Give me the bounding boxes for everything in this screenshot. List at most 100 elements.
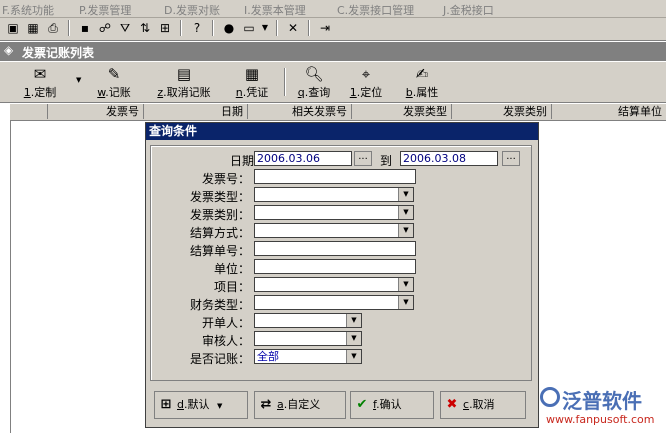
query-button[interactable]: 🔍︎ q.查询: [292, 64, 336, 100]
toolbar: ▣ ▦ ⎙ ▪ ☍ ⛛ ⇅ ⊞ ? ● ▭ ▼ ✕ ⇥: [0, 18, 666, 41]
close-icon: ✖: [446, 397, 458, 412]
reviewer-select[interactable]: ▼: [254, 331, 362, 346]
save-icon[interactable]: ▪: [76, 20, 94, 36]
voucher-icon: ▦: [244, 65, 260, 83]
voucher-button[interactable]: ▦ n.凭证: [228, 64, 276, 100]
is-posted-label: 是否记账：: [189, 352, 250, 366]
invoice-type-select[interactable]: ▼: [254, 187, 414, 202]
invoice-category-select[interactable]: ▼: [254, 205, 414, 220]
row-header-strip: [0, 104, 11, 433]
date-to-picker-button[interactable]: ...: [502, 151, 520, 166]
customize-button[interactable]: ✉ 1.定制: [20, 64, 60, 100]
default-button[interactable]: ⊞ d.默认 ▼: [154, 391, 248, 419]
menu-system[interactable]: F.系统功能: [2, 2, 54, 18]
window-title-icon: ◈: [4, 43, 14, 57]
action-toolbar: ✉ 1.定制 ▼ ✎ w.记账 ▤ z.取消记账 ▦ n.凭证 🔍︎ q.查询 …: [0, 62, 666, 103]
locate-icon: ⌖: [361, 65, 371, 83]
invoice-no-label: 发票号：: [201, 172, 250, 186]
issuer-select[interactable]: ▼: [254, 313, 362, 328]
settle-method-label: 结算方式：: [189, 226, 250, 240]
is-posted-select[interactable]: 全部 ▼: [254, 349, 362, 364]
post-button[interactable]: ✎ w.记账: [92, 64, 136, 100]
invoice-type-label: 发票类型：: [189, 190, 250, 204]
query-dialog: 查询条件 日期： 2006.03.06 ... 到 2006.03.08 ...…: [145, 122, 539, 428]
unit-label: 单位：: [213, 262, 250, 276]
project-label: 项目：: [213, 280, 250, 294]
customize-icon: ✉: [33, 65, 47, 83]
chevron-down-icon[interactable]: ▼: [398, 278, 413, 291]
ok-button[interactable]: ✔ f.确认: [350, 391, 434, 419]
chevron-down-icon[interactable]: ▼: [217, 402, 222, 410]
column-header[interactable]: 日期: [144, 104, 248, 119]
checkmark-icon: ✔: [356, 397, 368, 412]
grid-corner: [10, 104, 48, 119]
properties-icon: ✍: [415, 65, 429, 83]
brand-watermark: 泛普软件 www.fanpusoft.com: [540, 385, 666, 433]
print-icon[interactable]: ⎙: [44, 20, 62, 36]
invoice-no-input[interactable]: [254, 169, 416, 184]
grid-icon[interactable]: ⊞: [156, 20, 174, 36]
chevron-down-icon[interactable]: ▼: [398, 296, 413, 309]
date-from-input[interactable]: 2006.03.06: [254, 151, 352, 166]
query-icon: 🔍︎: [304, 65, 324, 83]
brand-url: www.fanpusoft.com: [546, 413, 655, 426]
chevron-down-icon[interactable]: ▼: [256, 20, 274, 36]
chevron-down-icon[interactable]: ▼: [398, 206, 413, 219]
properties-button[interactable]: ✍ b.属性: [398, 64, 446, 100]
chevron-down-icon[interactable]: ▼: [398, 188, 413, 201]
globe-icon[interactable]: ●: [220, 20, 238, 36]
chevron-down-icon[interactable]: ▼: [346, 332, 361, 345]
column-header[interactable]: 发票类别: [452, 104, 552, 119]
date-to-input[interactable]: 2006.03.08: [400, 151, 498, 166]
date-from-picker-button[interactable]: ...: [354, 151, 372, 166]
date-to-label: 到: [380, 154, 393, 168]
settle-method-select[interactable]: ▼: [254, 223, 414, 238]
custom-icon: ⇄: [260, 397, 272, 412]
reviewer-label: 审核人：: [201, 334, 250, 348]
finance-type-label: 财务类型：: [189, 298, 250, 312]
menu-invoice-book[interactable]: I.发票本管理: [244, 2, 306, 18]
window-title-bar: ◈ 发票记账列表: [0, 42, 666, 61]
settle-no-label: 结算单号：: [189, 244, 250, 258]
post-icon: ✎: [107, 65, 121, 83]
locate-button[interactable]: ⌖ 1.定位: [344, 64, 388, 100]
binoculars-icon[interactable]: ☍: [96, 20, 114, 36]
menu-invoice-interface[interactable]: C.发票接口管理: [337, 2, 414, 18]
custom-button[interactable]: ⇄ a.自定义: [254, 391, 346, 419]
filter-icon[interactable]: ⛛: [116, 20, 134, 36]
cancel-button[interactable]: ✖ c.取消: [440, 391, 526, 419]
default-icon: ⊞: [160, 397, 172, 412]
exit-icon[interactable]: ⇥: [316, 20, 334, 36]
chevron-down-icon[interactable]: ▼: [346, 314, 361, 327]
chevron-down-icon[interactable]: ▼: [398, 224, 413, 237]
project-select[interactable]: ▼: [254, 277, 414, 292]
grid-header: 发票号 日期 相关发票号 发票类型 发票类别 结算单位: [10, 104, 666, 121]
date-label: 日期：: [229, 154, 266, 168]
settle-no-input[interactable]: [254, 241, 416, 256]
menu-invoice-manage[interactable]: P.发票管理: [79, 2, 131, 18]
close-icon[interactable]: ✕: [284, 20, 302, 36]
issuer-label: 开单人：: [201, 316, 250, 330]
menu-invoice-reconcile[interactable]: D.发票对账: [164, 2, 220, 18]
calculator-icon[interactable]: ▦: [24, 20, 42, 36]
chevron-down-icon[interactable]: ▼: [76, 76, 81, 84]
finance-type-select[interactable]: ▼: [254, 295, 414, 310]
column-header[interactable]: 相关发票号: [248, 104, 352, 119]
menu-bar: F.系统功能 P.发票管理 D.发票对账 I.发票本管理 C.发票接口管理 J.…: [0, 0, 666, 18]
brand-name: 泛普软件: [562, 389, 642, 413]
column-header[interactable]: 结算单位: [552, 104, 666, 119]
column-header[interactable]: 发票类型: [352, 104, 452, 119]
brand-logo-icon: [540, 387, 560, 407]
chevron-down-icon[interactable]: ▼: [346, 350, 361, 363]
dialog-title: 查询条件: [146, 123, 538, 140]
cancel-post-button[interactable]: ▤ z.取消记账: [148, 64, 220, 100]
menu-golden-tax[interactable]: J.金税接口: [443, 2, 494, 18]
invoice-category-label: 发票类别：: [189, 208, 250, 222]
unit-input[interactable]: [254, 259, 416, 274]
sort-icon[interactable]: ⇅: [136, 20, 154, 36]
window-icon[interactable]: ▣: [4, 20, 22, 36]
column-header[interactable]: 发票号: [48, 104, 144, 119]
window-title: 发票记账列表: [22, 46, 95, 60]
cancel-post-icon: ▤: [176, 65, 192, 83]
help-icon[interactable]: ?: [188, 20, 206, 36]
